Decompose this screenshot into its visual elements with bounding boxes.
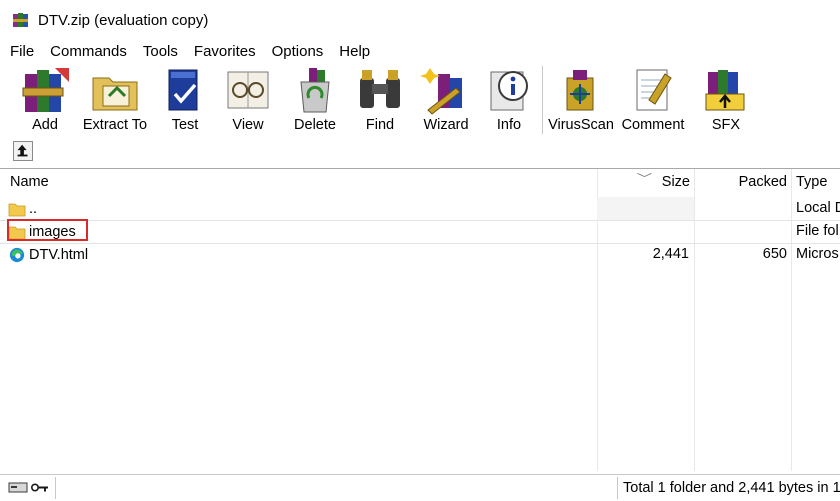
row-name-cell: images [8, 220, 76, 243]
virus-scan-icon [566, 70, 594, 111]
add-button[interactable]: Add [14, 62, 76, 134]
virusscan-label: VirusScan [548, 117, 614, 133]
table-row[interactable]: images File fol [0, 220, 840, 243]
folder-icon [8, 203, 26, 216]
row-packed: 650 [762, 246, 787, 262]
row-size: 2,441 [652, 246, 689, 262]
menu-favorites[interactable]: Favorites [184, 43, 262, 60]
row-name: DTV.html [29, 246, 89, 263]
menu-commands[interactable]: Commands [40, 43, 133, 60]
view-button[interactable]: View [216, 62, 280, 134]
virusscan-button[interactable]: VirusScan [548, 62, 614, 134]
extract-to-label: Extract To [82, 117, 148, 133]
row-shade [597, 197, 694, 220]
column-header-row: Name ﹀ Size Packed Type [0, 169, 840, 196]
toolbar-separator [542, 66, 543, 134]
find-button[interactable]: Find [350, 62, 410, 134]
menu-file[interactable]: File [0, 43, 40, 60]
books-box-icon [22, 68, 69, 112]
delete-label: Delete [294, 117, 336, 133]
file-list: Name ﹀ Size Packed Type .. Local D image… [0, 168, 840, 471]
status-icons [8, 482, 48, 493]
folder-extract-icon [92, 77, 138, 111]
window-title: DTV.zip (evaluation copy) [38, 11, 209, 29]
menu-bar: File Commands Tools Favorites Options He… [0, 40, 840, 62]
comment-button[interactable]: Comment [619, 62, 687, 134]
add-label: Add [32, 117, 58, 133]
comment-label: Comment [621, 117, 685, 133]
find-label: Find [365, 117, 395, 133]
test-button[interactable]: Test [156, 62, 214, 134]
view-label: View [232, 117, 264, 133]
status-divider [55, 477, 56, 499]
status-text: Total 1 folder and 2,441 bytes in 1 [623, 480, 840, 496]
column-header-packed[interactable]: Packed [695, 169, 787, 196]
status-divider [617, 477, 618, 499]
table-row[interactable]: .. Local D [0, 197, 840, 220]
glasses-book-icon [227, 71, 269, 109]
row-name: images [29, 223, 76, 240]
title-bar: DTV.zip (evaluation copy) [0, 0, 840, 40]
row-name: .. [29, 200, 38, 217]
key-icon [30, 483, 48, 492]
row-type: File fol [796, 223, 839, 239]
checkmark-book-icon [168, 69, 198, 111]
folder-icon [8, 226, 26, 239]
test-label: Test [171, 117, 199, 133]
sfx-button[interactable]: SFX [701, 62, 751, 134]
wizard-label: Wizard [423, 117, 469, 133]
row-type: Local D [796, 200, 840, 216]
column-header-type[interactable]: Type [796, 169, 827, 196]
menu-options[interactable]: Options [262, 43, 330, 60]
table-row[interactable]: DTV.html 2,441 650 Micros [0, 243, 840, 266]
winrar-books-icon [13, 13, 28, 27]
sfx-label: SFX [711, 117, 741, 133]
up-folder-button[interactable] [13, 141, 33, 161]
menu-help[interactable]: Help [329, 43, 376, 60]
row-type: Micros [796, 246, 839, 262]
recycle-bin-icon [300, 68, 330, 113]
column-header-name[interactable]: Name [10, 169, 49, 196]
info-button[interactable]: Info [480, 62, 538, 134]
info-book-icon [490, 71, 528, 111]
toolbar: Add Extract To Test View Delete Find Wiz… [0, 62, 840, 138]
wizard-button[interactable]: Wizard [414, 62, 478, 134]
delete-button[interactable]: Delete [282, 62, 348, 134]
edge-browser-icon [9, 247, 25, 262]
up-arrow-icon [17, 144, 28, 157]
path-bar [0, 138, 840, 166]
magic-wand-icon [420, 68, 462, 115]
status-bar: Total 1 folder and 2,441 bytes in 1 [0, 474, 840, 501]
column-header-size[interactable]: Size [598, 169, 690, 196]
menu-tools[interactable]: Tools [133, 43, 184, 60]
sfx-archive-icon [705, 70, 745, 111]
extract-to-button[interactable]: Extract To [78, 62, 152, 134]
row-name-cell: .. [8, 197, 37, 220]
row-name-cell: DTV.html [8, 243, 88, 266]
binoculars-icon [360, 70, 400, 108]
drive-icon [8, 482, 28, 493]
info-label: Info [496, 117, 522, 133]
comment-notepad-icon [636, 69, 672, 111]
